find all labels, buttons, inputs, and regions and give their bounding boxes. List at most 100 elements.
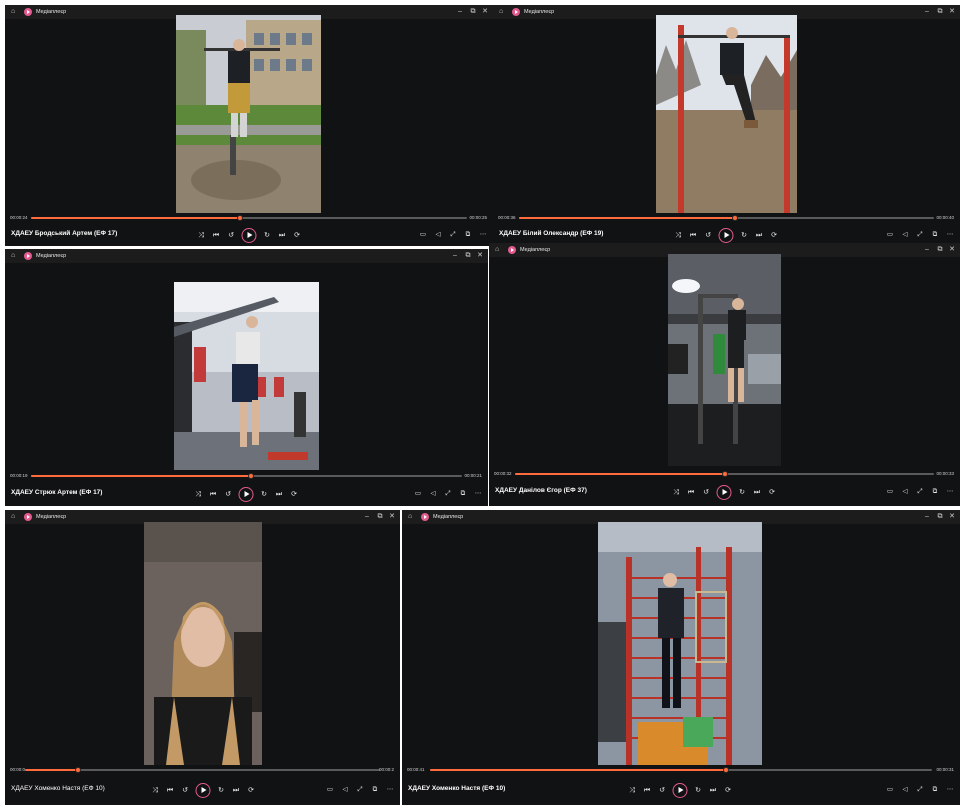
shuffle-icon[interactable]: ⤨ bbox=[194, 490, 203, 499]
volume-icon[interactable]: ◁ bbox=[901, 785, 909, 794]
miniplayer-icon[interactable]: ⧉ bbox=[371, 785, 379, 794]
repeat-icon[interactable]: ⟳ bbox=[724, 786, 733, 795]
volume-icon[interactable]: ◁ bbox=[901, 487, 909, 496]
minimize-button[interactable]: – bbox=[455, 6, 465, 18]
volume-icon[interactable]: ◁ bbox=[429, 489, 437, 498]
fullscreen-icon[interactable]: ⤢ bbox=[916, 785, 924, 794]
close-button[interactable]: ✕ bbox=[947, 6, 957, 18]
seek-handle[interactable] bbox=[237, 215, 244, 221]
minimize-button[interactable]: – bbox=[922, 244, 932, 256]
home-icon[interactable]: ⌂ bbox=[11, 8, 19, 16]
fullscreen-icon[interactable]: ⤢ bbox=[916, 487, 924, 496]
video-frame[interactable] bbox=[668, 254, 781, 466]
next-icon[interactable]: ⏭ bbox=[275, 490, 284, 499]
maximize-button[interactable]: ⧉ bbox=[935, 511, 945, 523]
shuffle-icon[interactable]: ⤨ bbox=[151, 786, 160, 795]
skip-back-10-icon[interactable]: ↺ bbox=[181, 786, 190, 795]
subtitles-icon[interactable]: ▭ bbox=[326, 785, 334, 794]
video-frame[interactable] bbox=[176, 15, 321, 213]
skip-forward-30-icon[interactable]: ↻ bbox=[260, 490, 269, 499]
seek-bar[interactable] bbox=[430, 767, 932, 773]
shuffle-icon[interactable]: ⤨ bbox=[674, 231, 683, 240]
subtitles-icon[interactable]: ▭ bbox=[886, 487, 894, 496]
previous-icon[interactable]: ⏮ bbox=[166, 786, 175, 795]
seek-bar[interactable] bbox=[31, 215, 467, 221]
video-frame[interactable] bbox=[598, 522, 762, 765]
next-icon[interactable]: ⏭ bbox=[753, 488, 762, 497]
home-icon[interactable]: ⌂ bbox=[11, 252, 19, 260]
next-icon[interactable]: ⏭ bbox=[232, 786, 241, 795]
skip-forward-30-icon[interactable]: ↻ bbox=[738, 488, 747, 497]
previous-icon[interactable]: ⏮ bbox=[687, 488, 696, 497]
close-button[interactable]: ✕ bbox=[947, 511, 957, 523]
previous-icon[interactable]: ⏮ bbox=[689, 231, 698, 240]
maximize-button[interactable]: ⧉ bbox=[468, 6, 478, 18]
minimize-button[interactable]: – bbox=[922, 6, 932, 18]
more-icon[interactable]: ⋯ bbox=[946, 230, 954, 239]
home-icon[interactable]: ⌂ bbox=[408, 513, 416, 521]
skip-back-10-icon[interactable]: ↺ bbox=[227, 231, 236, 240]
play-icon[interactable] bbox=[195, 782, 211, 798]
volume-icon[interactable]: ◁ bbox=[341, 785, 349, 794]
fullscreen-icon[interactable]: ⤢ bbox=[449, 230, 457, 239]
subtitles-icon[interactable]: ▭ bbox=[886, 785, 894, 794]
skip-forward-30-icon[interactable]: ↻ bbox=[740, 231, 749, 240]
subtitles-icon[interactable]: ▭ bbox=[414, 489, 422, 498]
previous-icon[interactable]: ⏮ bbox=[212, 231, 221, 240]
skip-forward-30-icon[interactable]: ↻ bbox=[263, 231, 272, 240]
play-icon[interactable] bbox=[241, 227, 257, 243]
seek-bar[interactable] bbox=[25, 767, 380, 773]
previous-icon[interactable]: ⏮ bbox=[209, 490, 218, 499]
volume-icon[interactable]: ◁ bbox=[901, 230, 909, 239]
repeat-icon[interactable]: ⟳ bbox=[293, 231, 302, 240]
close-button[interactable]: ✕ bbox=[947, 244, 957, 256]
seek-handle[interactable] bbox=[75, 767, 82, 773]
play-icon[interactable] bbox=[718, 227, 734, 243]
skip-back-10-icon[interactable]: ↺ bbox=[704, 231, 713, 240]
seek-handle[interactable] bbox=[731, 215, 738, 221]
repeat-icon[interactable]: ⟳ bbox=[770, 231, 779, 240]
shuffle-icon[interactable]: ⤨ bbox=[672, 488, 681, 497]
shuffle-icon[interactable]: ⤨ bbox=[197, 231, 206, 240]
repeat-icon[interactable]: ⟳ bbox=[768, 488, 777, 497]
seek-handle[interactable] bbox=[247, 473, 254, 479]
seek-bar[interactable] bbox=[519, 215, 934, 221]
repeat-icon[interactable]: ⟳ bbox=[290, 490, 299, 499]
play-icon[interactable] bbox=[716, 484, 732, 500]
seek-handle[interactable] bbox=[721, 471, 728, 477]
close-button[interactable]: ✕ bbox=[387, 511, 397, 523]
miniplayer-icon[interactable]: ⧉ bbox=[931, 785, 939, 794]
fullscreen-icon[interactable]: ⤢ bbox=[916, 230, 924, 239]
previous-icon[interactable]: ⏮ bbox=[643, 786, 652, 795]
miniplayer-icon[interactable]: ⧉ bbox=[464, 230, 472, 239]
video-frame[interactable] bbox=[656, 15, 797, 213]
shuffle-icon[interactable]: ⤨ bbox=[628, 786, 637, 795]
more-icon[interactable]: ⋯ bbox=[474, 489, 482, 498]
close-button[interactable]: ✕ bbox=[475, 250, 485, 262]
maximize-button[interactable]: ⧉ bbox=[935, 244, 945, 256]
skip-back-10-icon[interactable]: ↺ bbox=[224, 490, 233, 499]
fullscreen-icon[interactable]: ⤢ bbox=[356, 785, 364, 794]
skip-back-10-icon[interactable]: ↺ bbox=[702, 488, 711, 497]
video-frame[interactable] bbox=[144, 522, 262, 765]
minimize-button[interactable]: – bbox=[450, 250, 460, 262]
skip-back-10-icon[interactable]: ↺ bbox=[658, 786, 667, 795]
more-icon[interactable]: ⋯ bbox=[386, 785, 394, 794]
minimize-button[interactable]: – bbox=[362, 511, 372, 523]
miniplayer-icon[interactable]: ⧉ bbox=[459, 489, 467, 498]
minimize-button[interactable]: – bbox=[922, 511, 932, 523]
subtitles-icon[interactable]: ▭ bbox=[419, 230, 427, 239]
miniplayer-icon[interactable]: ⧉ bbox=[931, 230, 939, 239]
seek-bar[interactable] bbox=[515, 471, 934, 477]
seek-bar[interactable] bbox=[31, 473, 462, 479]
play-icon[interactable] bbox=[238, 486, 254, 502]
more-icon[interactable]: ⋯ bbox=[946, 785, 954, 794]
volume-icon[interactable]: ◁ bbox=[434, 230, 442, 239]
maximize-button[interactable]: ⧉ bbox=[463, 250, 473, 262]
seek-handle[interactable] bbox=[723, 767, 730, 773]
miniplayer-icon[interactable]: ⧉ bbox=[931, 487, 939, 496]
home-icon[interactable]: ⌂ bbox=[495, 246, 503, 254]
next-icon[interactable]: ⏭ bbox=[278, 231, 287, 240]
more-icon[interactable]: ⋯ bbox=[946, 487, 954, 496]
maximize-button[interactable]: ⧉ bbox=[935, 6, 945, 18]
